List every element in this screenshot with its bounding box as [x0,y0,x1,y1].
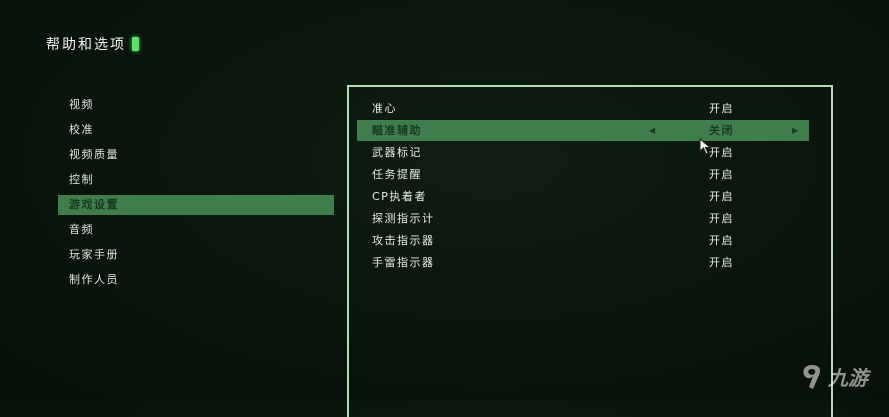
setting-row-detection-meter[interactable]: 探测指示计 开启 [357,208,809,229]
sidebar-item-video[interactable]: 视频 [58,95,334,115]
page-title-text: 帮助和选项 [46,37,126,53]
sidebar-item-credits[interactable]: 制作人员 [58,270,334,290]
sidebar-item-player-manual[interactable]: 玩家手册 [58,245,334,265]
setting-value: 开启 [709,212,734,225]
arrow-left-icon[interactable]: ◀ [649,120,657,141]
setting-label: 任务提醒 [372,168,422,181]
setting-value: 开启 [709,234,734,247]
sidebar-item-video-quality[interactable]: 视频质量 [58,145,334,165]
arrow-right-icon[interactable]: ▶ [792,120,800,141]
setting-value: 开启 [709,168,734,181]
watermark-text: 九游 [828,366,868,390]
sidebar-item-game-settings[interactable]: 游戏设置 [58,195,334,215]
title-marker-icon [132,37,139,51]
setting-label: CP执着者 [372,190,427,203]
page-title: 帮助和选项 [46,34,139,54]
setting-label: 手雷指示器 [372,256,435,269]
setting-row-crosshair[interactable]: 准心 开启 [357,98,809,119]
setting-label: 攻击指示器 [372,234,435,247]
setting-label: 探测指示计 [372,212,435,225]
setting-row-attack-indicator[interactable]: 攻击指示器 开启 [357,230,809,251]
sidebar-item-controls[interactable]: 控制 [58,170,334,190]
setting-value: 开启 [709,102,734,115]
watermark: 九游 [800,362,868,391]
setting-row-weapon-markers[interactable]: 武器标记 开启 [357,142,809,163]
settings-panel: 准心 开启 瞄准辅助 ◀ 关闭 ▶ 武器标记 开启 任务提醒 开启 CP执着者 … [347,85,833,417]
setting-label: 武器标记 [372,146,422,159]
setting-row-mission-reminders[interactable]: 任务提醒 开启 [357,164,809,185]
options-sidebar: 视频 校准 视频质量 控制 游戏设置 音频 玩家手册 制作人员 [58,95,334,295]
setting-value: 开启 [709,190,734,203]
setting-row-grenade-indicator[interactable]: 手雷指示器 开启 [357,252,809,273]
setting-row-cp-holder[interactable]: CP执着者 开启 [357,186,809,207]
setting-row-aim-assist[interactable]: 瞄准辅助 ◀ 关闭 ▶ [357,120,809,141]
mouse-cursor-icon [699,138,712,155]
setting-value: 开启 [709,256,734,269]
setting-label: 准心 [372,102,397,115]
sidebar-item-calibration[interactable]: 校准 [58,120,334,140]
sidebar-item-audio[interactable]: 音频 [58,220,334,240]
setting-label: 瞄准辅助 [372,124,422,137]
jiuyou-logo-icon [803,364,821,389]
